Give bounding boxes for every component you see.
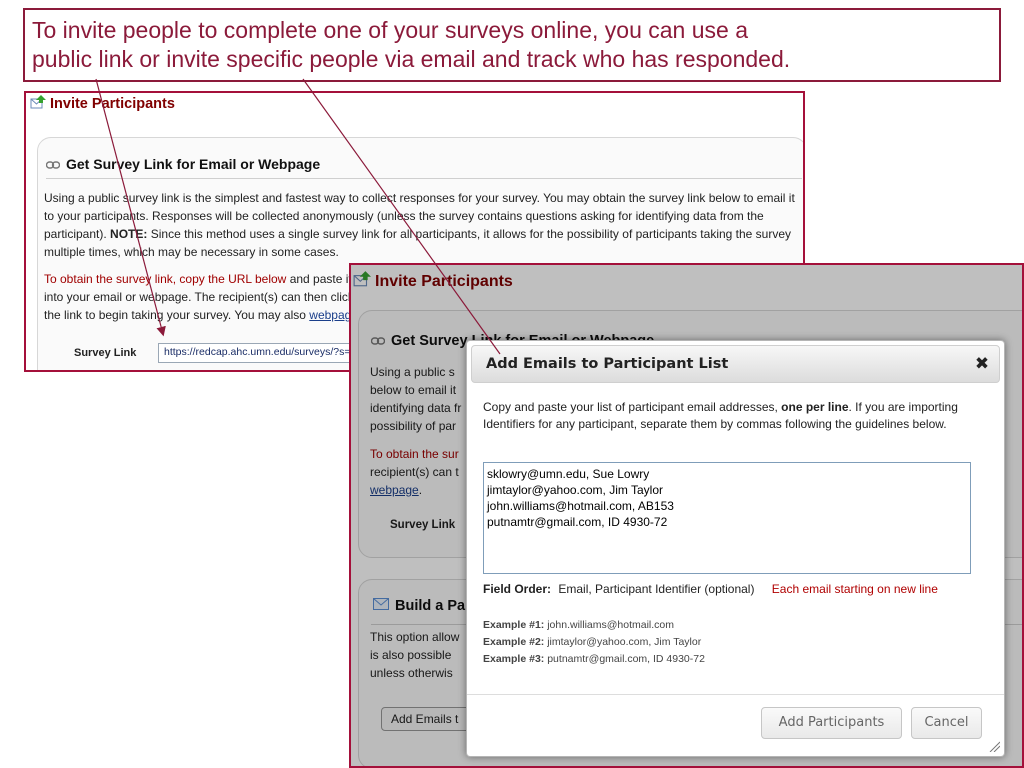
survey-link-card-title: Get Survey Link for Email or Webpage [45,156,321,172]
cancel-button[interactable]: Cancel [911,707,982,739]
note-label: NOTE: [110,227,148,241]
example-label: Example #3: [483,653,545,665]
field-order-value: Email, Participant Identifier (optional) [558,582,755,596]
survey-link-instructions-red: To obtain the survey link, copy the URL … [44,272,287,286]
survey-link-description-part-2: Since this method uses a single survey l… [44,227,792,259]
resize-grip-icon[interactable] [988,740,1000,752]
callout-line-1: To invite people to complete one of your… [32,17,748,43]
example-item: Example #3: putnamtr@gmail.com, ID 4930-… [483,651,705,668]
example-value: putnamtr@gmail.com, ID 4930-72 [547,653,705,665]
field-order-line: Field Order: Email, Participant Identifi… [483,582,938,596]
invite-participants-icon [30,95,46,113]
card-divider [46,178,802,179]
field-order-label: Field Order: [483,582,552,596]
dialog-footer-divider [467,694,1004,695]
survey-link-url-field[interactable]: https://redcap.ahc.umn.edu/surveys/?s=..… [158,343,378,363]
example-label: Example #2: [483,636,545,648]
field-order-hint: Each email starting on new line [771,582,938,596]
dialog-header: Add Emails to Participant List ✖ [471,345,1000,383]
dialog-instructions: Copy and paste your list of participant … [483,399,983,433]
invite-participants-header: Invite Participants [30,95,175,113]
survey-link-description: Using a public survey link is the simple… [44,189,803,261]
dialog-instructions-bold: one per line [781,400,849,414]
survey-link-label: Survey Link [74,347,137,359]
callout-box: To invite people to complete one of your… [23,8,1001,82]
survey-link-card-title-text: Get Survey Link for Email or Webpage [66,156,321,172]
callout-line-2: public link or invite specific people vi… [32,46,791,72]
add-participants-button[interactable]: Add Participants [761,707,902,739]
dialog-instructions-part-1: Copy and paste your list of participant … [483,400,782,414]
link-icon [45,156,61,172]
survey-link-row: Survey Link https://redcap.ahc.umn.edu/s… [74,343,378,363]
example-item: Example #2: jimtaylor@yahoo.com, Jim Tay… [483,634,705,651]
example-label: Example #1: [483,619,545,631]
add-emails-dialog: Add Emails to Participant List ✖ Copy an… [466,340,1005,757]
close-icon[interactable]: ✖ [971,353,993,375]
invite-participants-title: Invite Participants [50,96,175,112]
email-list-textarea[interactable]: sklowry@umn.edu, Sue Lowry jimtaylor@yah… [483,462,971,574]
examples-list: Example #1: john.williams@hotmail.com Ex… [483,617,705,668]
example-value: jimtaylor@yahoo.com, Jim Taylor [547,636,702,648]
example-value: john.williams@hotmail.com [547,619,674,631]
example-item: Example #1: john.williams@hotmail.com [483,617,705,634]
dialog-title: Add Emails to Participant List [486,356,729,372]
survey-link-instructions: To obtain the survey link, copy the URL … [44,270,364,324]
